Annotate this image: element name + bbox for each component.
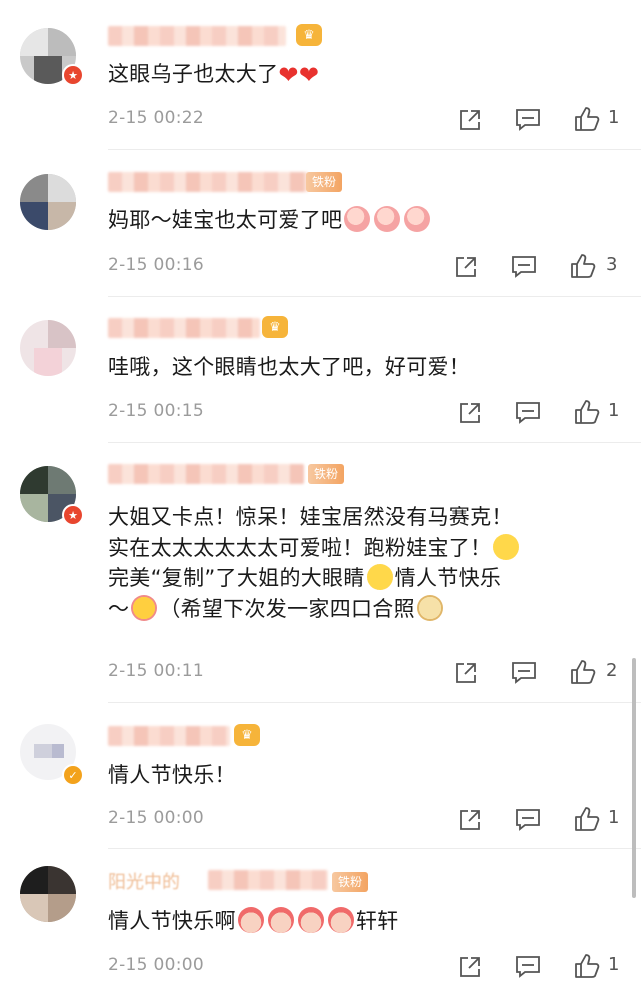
share-button[interactable]: [456, 953, 484, 981]
avatar[interactable]: [20, 320, 76, 376]
comment-button[interactable]: [514, 106, 542, 134]
like-count: 1: [608, 807, 620, 828]
heart-icon: ❤: [298, 61, 320, 89]
like-button[interactable]: [572, 951, 602, 981]
thumbs-up-icon: [575, 954, 600, 978]
pig-emoji: [404, 206, 431, 232]
comment-icon: [516, 809, 540, 831]
thumbs-up-icon: [575, 400, 600, 424]
verified-badge-icon: ✓: [62, 764, 84, 786]
heart-icon: ❤: [278, 61, 299, 89]
username-blur: [208, 870, 328, 890]
comment-button[interactable]: [514, 953, 542, 981]
crown-icon: ♛: [234, 724, 260, 746]
username[interactable]: [108, 26, 286, 46]
divider: [108, 702, 641, 703]
thinking-emoji: [366, 564, 393, 590]
avatar[interactable]: [20, 866, 76, 922]
comment-text: 哇哦，这个眼睛也太大了吧，好可爱！: [108, 355, 471, 379]
thumbs-up-icon: [575, 807, 600, 831]
share-button[interactable]: [456, 806, 484, 834]
like-button[interactable]: [568, 251, 598, 281]
comment-button[interactable]: [510, 659, 538, 687]
fan-tag: 铁粉: [332, 872, 369, 892]
crown-icon: ♛: [262, 316, 288, 338]
fan-tag: 铁粉: [308, 464, 345, 484]
comment-time: 2-15 00:00: [108, 955, 204, 975]
comment-text: 情人节快乐啊 轩轩: [108, 907, 399, 933]
share-button[interactable]: [456, 399, 484, 427]
like-count: 1: [608, 954, 620, 975]
comment-time: 2-15 00:16: [108, 255, 204, 275]
share-button[interactable]: [452, 659, 480, 687]
heart-face-emoji: [237, 907, 264, 933]
divider: [108, 442, 641, 443]
like-button[interactable]: [568, 657, 598, 687]
thumbs-up-icon: [571, 660, 596, 684]
comment-icon: [512, 662, 536, 684]
like-button[interactable]: [572, 804, 602, 834]
avatar[interactable]: [20, 174, 76, 230]
share-icon: [460, 403, 480, 423]
scrollbar[interactable]: [632, 658, 636, 898]
share-icon: [456, 257, 476, 277]
divider: [108, 848, 641, 849]
heart-face-emoji: [297, 907, 324, 933]
share-icon: [460, 810, 480, 830]
like-button[interactable]: [572, 397, 602, 427]
heart-face-emoji: [327, 907, 354, 933]
comment-time: 2-15 00:11: [108, 661, 204, 681]
thumbs-up-icon: [571, 254, 596, 278]
username[interactable]: [108, 726, 230, 746]
grin-emoji: [493, 533, 520, 560]
pig-emoji: [344, 206, 371, 232]
divider: [108, 149, 641, 150]
comment-button[interactable]: [514, 399, 542, 427]
comment-icon: [512, 256, 536, 278]
username[interactable]: 阳光中的: [108, 868, 180, 894]
comment-text: 情人节快乐！: [108, 763, 236, 787]
like-count: 2: [606, 660, 618, 681]
divider: [108, 296, 641, 297]
like-count: 1: [608, 107, 620, 128]
comment-time: 2-15 00:22: [108, 108, 204, 128]
username[interactable]: [108, 172, 308, 192]
comment-text: 这眼乌子也太大了❤❤: [108, 61, 320, 89]
verified-badge-icon: ★: [62, 64, 84, 86]
comment-time: 2-15 00:00: [108, 808, 204, 828]
like-count: 1: [608, 400, 620, 421]
thumbs-up-icon: [575, 107, 600, 131]
comment-button[interactable]: [510, 253, 538, 281]
share-icon: [456, 663, 476, 683]
heart-face-emoji: [267, 907, 294, 933]
comment-text: 大姐又卡点！惊呆！娃宝居然没有马赛克！ 实在太太太太太太可爱啦！跑粉娃宝了！ 完…: [108, 502, 618, 624]
like-count: 3: [606, 254, 618, 275]
comment-button[interactable]: [514, 806, 542, 834]
like-button[interactable]: [572, 104, 602, 134]
share-button[interactable]: [456, 106, 484, 134]
fan-tag: 铁粉: [306, 172, 343, 192]
share-button[interactable]: [452, 253, 480, 281]
crown-icon: ♛: [296, 24, 322, 46]
comment-icon: [516, 402, 540, 424]
love-face-emoji: [131, 594, 158, 621]
comment-time: 2-15 00:15: [108, 401, 204, 421]
username[interactable]: [108, 464, 304, 484]
share-icon: [460, 110, 480, 130]
verified-badge-icon: ★: [62, 504, 84, 526]
comment-text: 妈耶～娃宝也太可爱了吧: [108, 205, 618, 236]
comment-icon: [516, 956, 540, 978]
doge-emoji: [416, 594, 443, 621]
username[interactable]: [108, 318, 260, 338]
pig-emoji: [374, 206, 401, 232]
comment-icon: [516, 109, 540, 131]
share-icon: [460, 957, 480, 977]
